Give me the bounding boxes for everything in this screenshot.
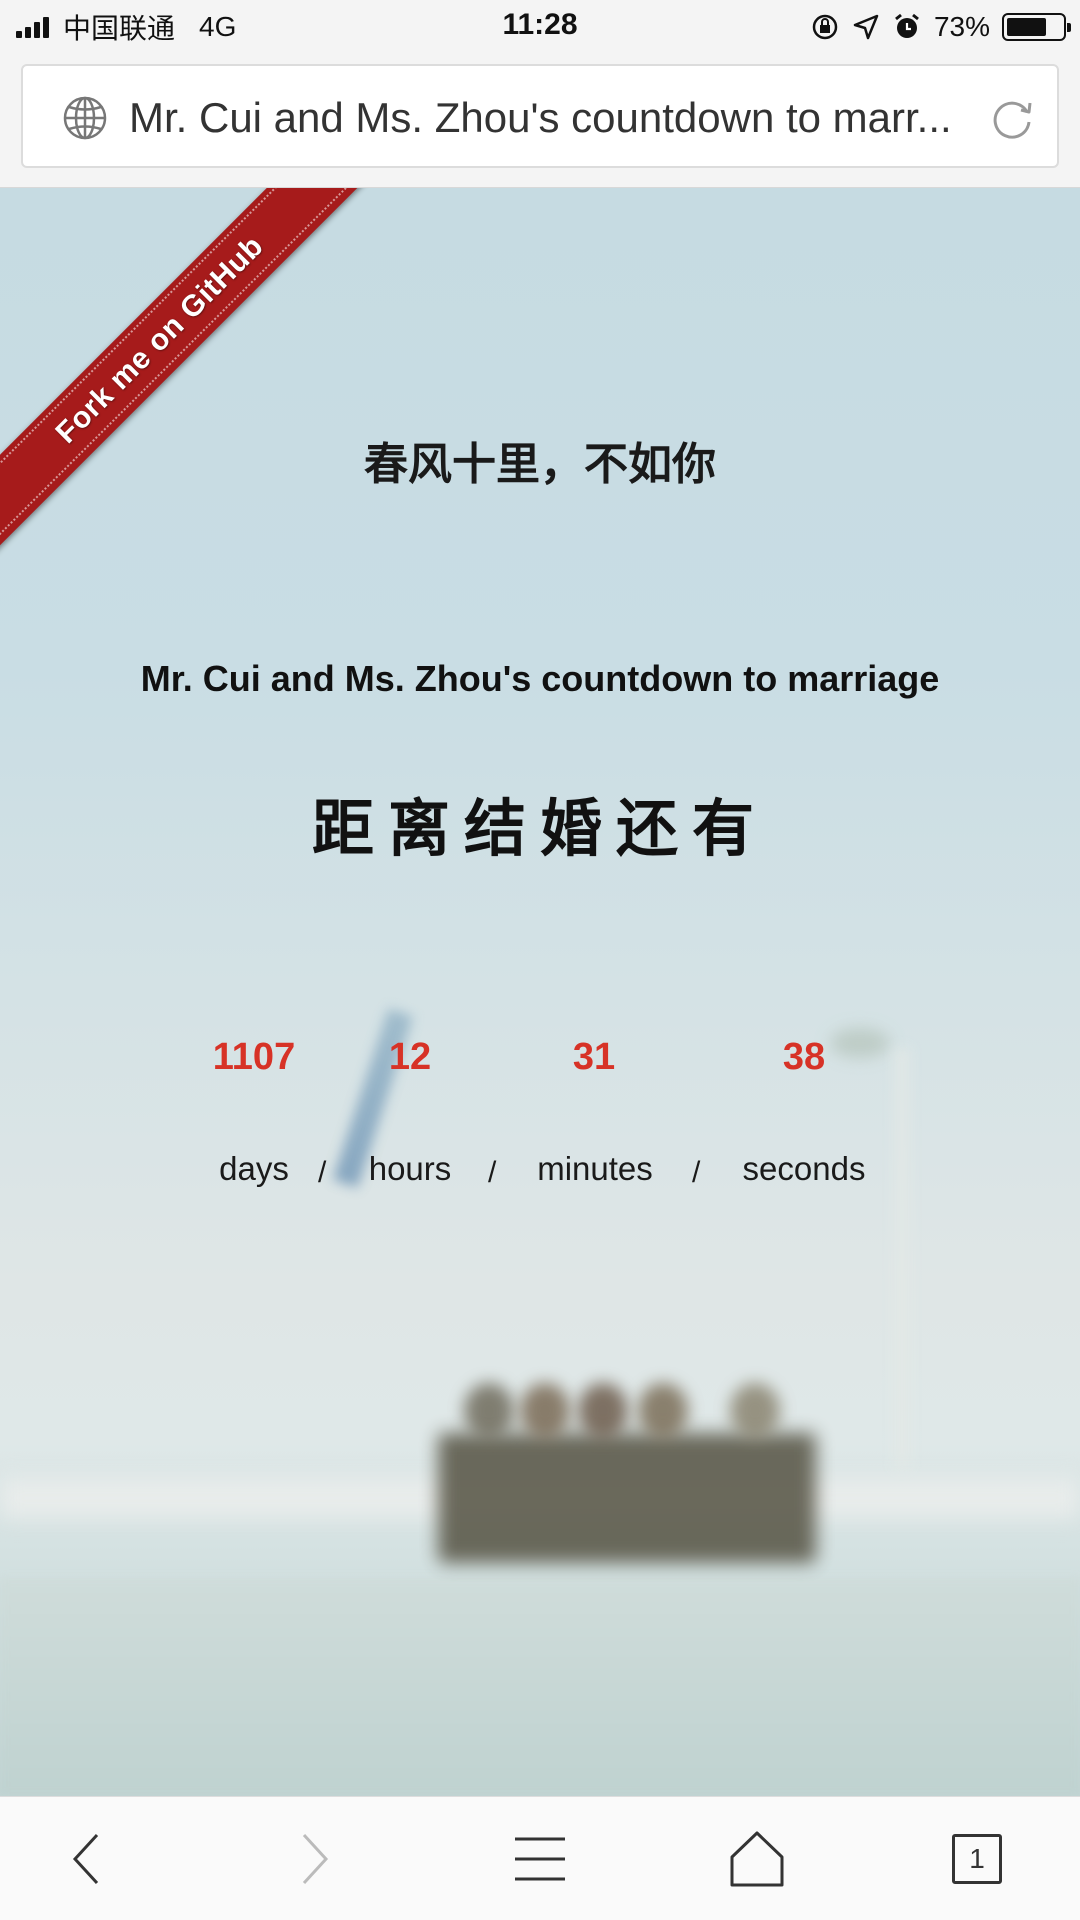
countdown-heading: 距离结婚还有: [311, 792, 768, 865]
tabs-count: 1: [969, 1843, 985, 1874]
ribbon-label: Fork me on GitHub: [49, 229, 270, 450]
background-person-blur: [730, 1383, 780, 1439]
battery-percent: 73%: [933, 11, 990, 42]
browser-address-area: Mr. Cui and Ms. Zhou's countdown to marr…: [0, 54, 1080, 188]
tabs-button[interactable]: 1: [952, 1834, 1002, 1884]
separator: /: [488, 1156, 497, 1189]
back-icon[interactable]: [53, 1827, 123, 1891]
background-lamppost-blur: [895, 1048, 909, 1468]
browser-toolbar: 1: [0, 1796, 1080, 1920]
status-right: 73%: [810, 8, 1071, 46]
background-ground-blur: [0, 1578, 1080, 1796]
background-person-blur: [520, 1383, 570, 1439]
web-page-content: Fork me on GitHub 春风十里，不如你 Mr. Cui and M…: [0, 188, 1080, 1796]
separator: /: [318, 1156, 327, 1189]
address-bar[interactable]: Mr. Cui and Ms. Zhou's countdown to marr…: [21, 64, 1059, 168]
minutes-value: 31: [572, 1036, 616, 1078]
seconds-value: 38: [782, 1036, 826, 1078]
background-person-blur: [578, 1383, 628, 1439]
home-icon[interactable]: [722, 1827, 792, 1891]
separator: /: [692, 1156, 701, 1189]
minutes-label: minutes: [537, 1150, 653, 1187]
battery-level-fill: [1007, 18, 1047, 36]
poem-line: 春风十里，不如你: [364, 439, 716, 490]
battery-icon: [1002, 13, 1071, 41]
background-person-blur: [638, 1383, 688, 1439]
globe-icon: [63, 96, 107, 140]
alarm-icon: [895, 13, 919, 38]
background-bench-blur: [438, 1433, 816, 1563]
countdown-subtitle: Mr. Cui and Ms. Zhou's countdown to marr…: [140, 658, 940, 699]
background-person-blur: [464, 1383, 514, 1439]
hours-label: hours: [368, 1150, 452, 1187]
reload-icon[interactable]: [987, 94, 1037, 144]
page-title-text[interactable]: Mr. Cui and Ms. Zhou's countdown to marr…: [129, 92, 989, 144]
status-bar: 中国联通 4G 11:28 73%: [0, 0, 1080, 54]
days-value: 1107: [212, 1036, 296, 1078]
orientation-lock-icon: [812, 14, 838, 40]
location-icon: [853, 14, 879, 40]
hours-value: 12: [388, 1036, 432, 1078]
days-label: days: [219, 1150, 289, 1187]
menu-icon[interactable]: [505, 1827, 575, 1891]
battery-tip: [1067, 23, 1071, 32]
seconds-label: seconds: [742, 1150, 866, 1187]
forward-icon[interactable]: [278, 1827, 348, 1891]
fork-on-github-ribbon[interactable]: Fork me on GitHub: [0, 188, 374, 554]
